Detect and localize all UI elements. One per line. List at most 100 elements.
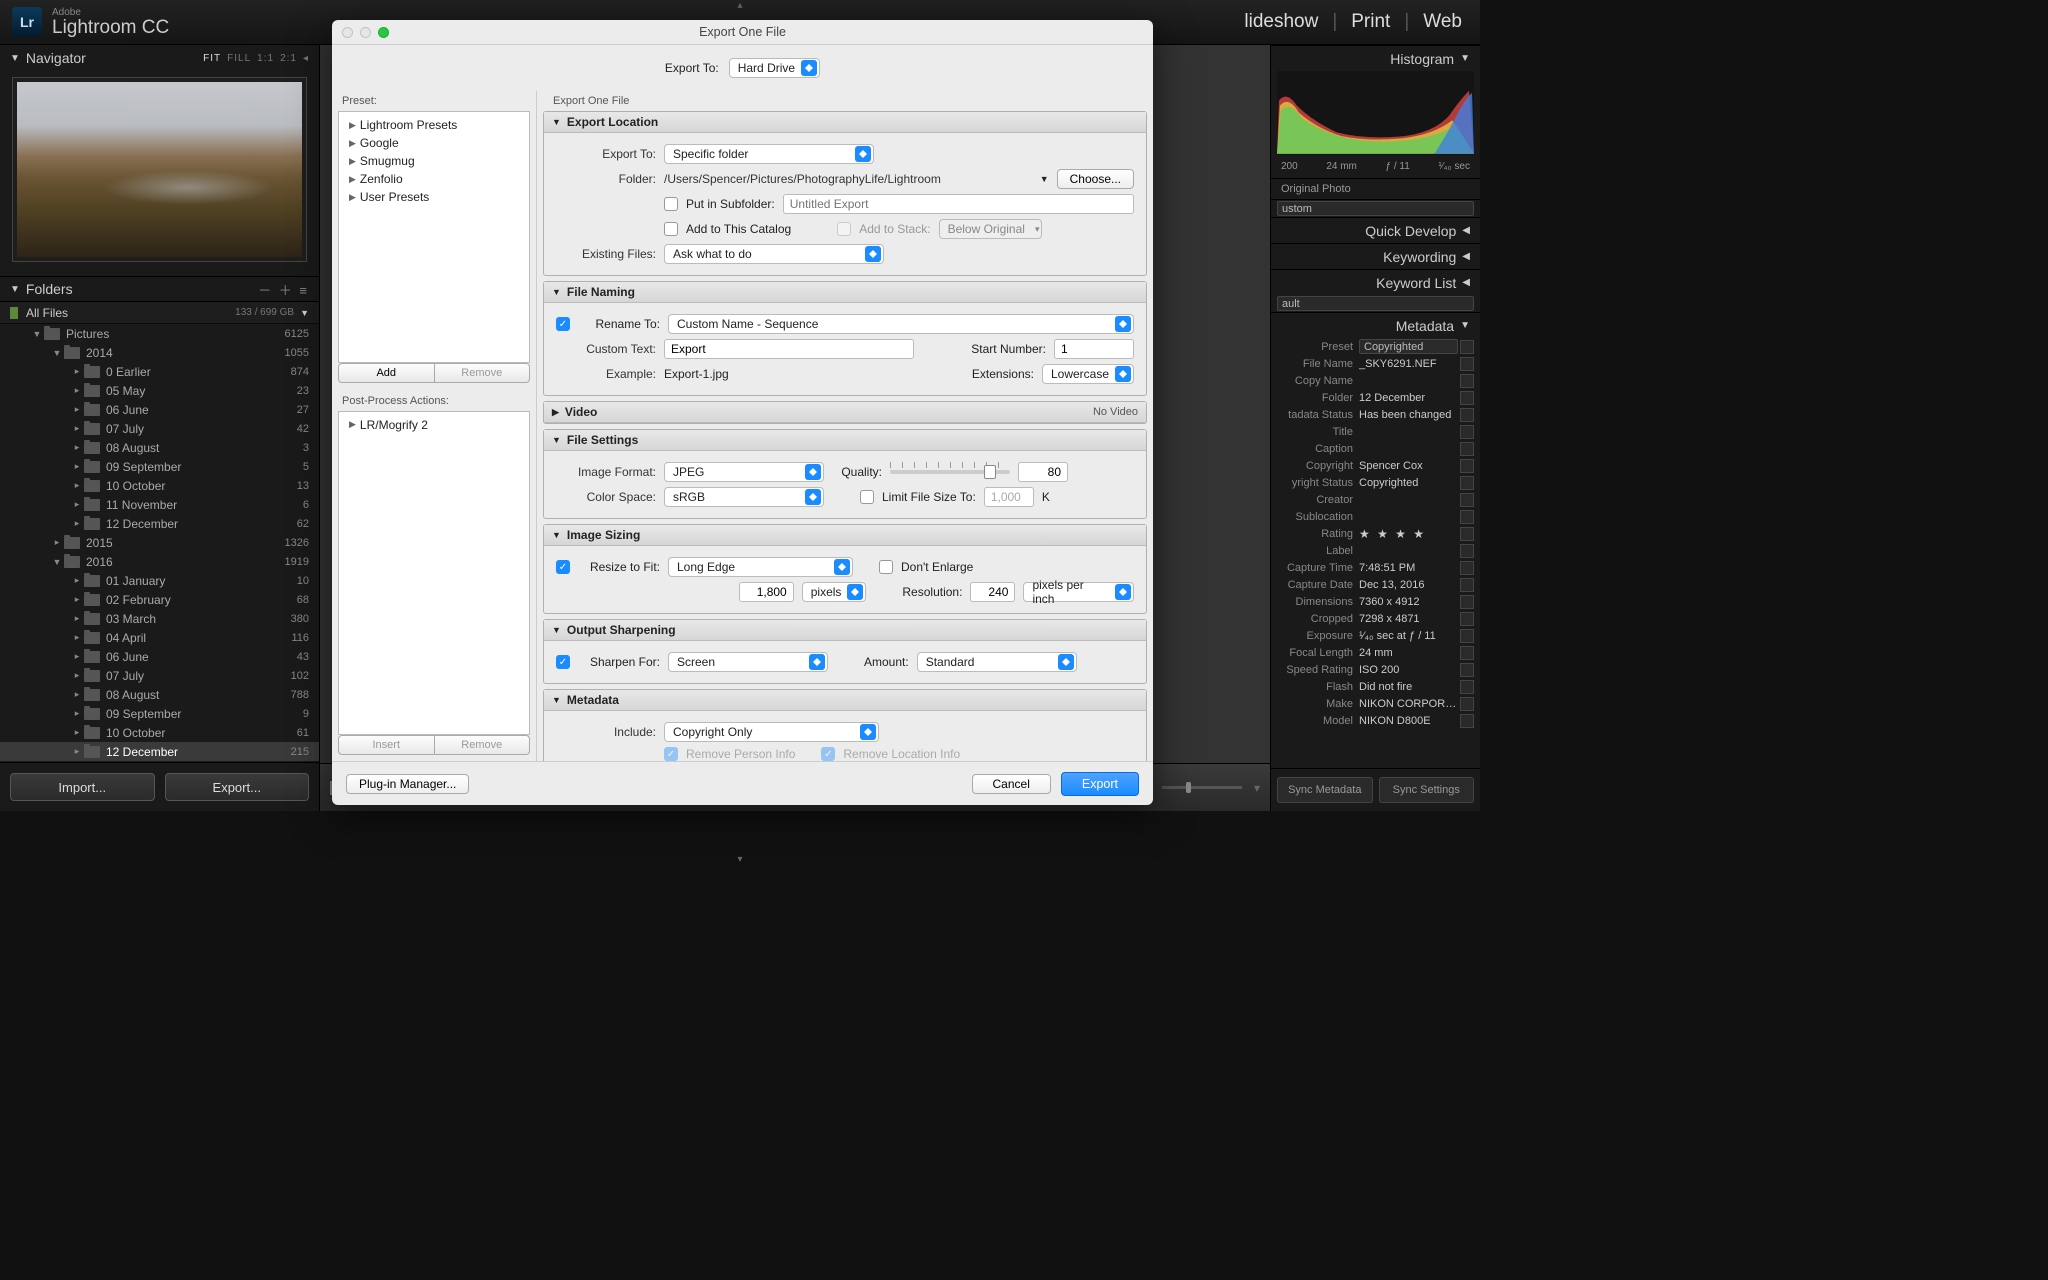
section-header[interactable]: ▶VideoNo Video: [544, 402, 1146, 423]
bottom-grip[interactable]: [720, 854, 760, 859]
pp-insert-button[interactable]: Insert: [338, 735, 435, 755]
folder-row[interactable]: ▸07 July102: [0, 666, 319, 685]
folder-row[interactable]: ▸05 May23: [0, 381, 319, 400]
preset-add-button[interactable]: Add: [338, 363, 435, 383]
thumbnail-slider[interactable]: [1162, 786, 1242, 789]
expand-icon[interactable]: ▸: [70, 518, 84, 529]
nav-web[interactable]: Web: [1423, 11, 1462, 33]
post-process-item[interactable]: ▶LR/Mogrify 2: [339, 416, 529, 434]
folder-row[interactable]: ▸0 Earlier874: [0, 362, 319, 381]
sharpen-checkbox[interactable]: ✓: [556, 655, 570, 669]
choose-folder-button[interactable]: Choose...: [1057, 169, 1134, 189]
expand-icon[interactable]: ▼: [50, 557, 64, 567]
keyword-list-header[interactable]: Keyword List◀: [1271, 269, 1480, 295]
folder-row[interactable]: ▸07 July42: [0, 419, 319, 438]
folder-row[interactable]: ▸12 December215: [0, 742, 319, 761]
resize-mode-select[interactable]: Long Edge: [668, 557, 853, 577]
export-button[interactable]: Export...: [165, 773, 310, 801]
metadata-action-icon[interactable]: [1460, 357, 1474, 371]
quality-input[interactable]: [1018, 462, 1068, 482]
metadata-preset-select[interactable]: Copyrighted: [1359, 339, 1458, 354]
expand-icon[interactable]: ▸: [70, 385, 84, 396]
metadata-action-icon[interactable]: [1460, 714, 1474, 728]
preset-item[interactable]: ▶User Presets: [339, 188, 529, 206]
sharpen-amount-select[interactable]: Standard: [917, 652, 1077, 672]
section-header[interactable]: ▼File Naming: [544, 282, 1146, 303]
metadata-action-icon[interactable]: [1460, 476, 1474, 490]
metadata-action-icon[interactable]: [1460, 646, 1474, 660]
limit-size-input[interactable]: [984, 487, 1034, 507]
folder-row[interactable]: ▸03 March380: [0, 609, 319, 628]
folder-row[interactable]: ▸04 April116: [0, 628, 319, 647]
custom-select[interactable]: ustom: [1277, 201, 1474, 216]
custom-text-input[interactable]: [664, 339, 914, 359]
nav-slideshow[interactable]: lideshow: [1244, 11, 1318, 33]
folder-row[interactable]: ▸20151326: [0, 533, 319, 552]
metadata-include-select[interactable]: Copyright Only: [664, 722, 879, 742]
navigator-header[interactable]: ▼ Navigator FITFILL1:12:1◂: [0, 45, 319, 71]
expand-icon[interactable]: ▸: [70, 499, 84, 510]
folder-row[interactable]: ▸08 August3: [0, 438, 319, 457]
navigator-zoom-options[interactable]: FITFILL1:12:1◂: [203, 53, 309, 64]
top-grip[interactable]: [720, 0, 760, 5]
folder-row[interactable]: ▸09 September5: [0, 457, 319, 476]
expand-icon[interactable]: ▸: [70, 632, 84, 643]
metadata-action-icon[interactable]: [1460, 493, 1474, 507]
folder-row[interactable]: ▸10 October61: [0, 723, 319, 742]
color-space-select[interactable]: sRGB: [664, 487, 824, 507]
resolution-unit-select[interactable]: pixels per inch: [1023, 582, 1134, 602]
metadata-action-icon[interactable]: [1460, 391, 1474, 405]
folder-row[interactable]: ▸02 February68: [0, 590, 319, 609]
dimension-input[interactable]: [739, 582, 794, 602]
expand-icon[interactable]: ▸: [70, 404, 84, 415]
metadata-action-icon[interactable]: [1460, 425, 1474, 439]
keywording-header[interactable]: Keywording◀: [1271, 243, 1480, 269]
preset-remove-button[interactable]: Remove: [435, 363, 531, 383]
expand-icon[interactable]: ▸: [70, 461, 84, 472]
metadata-action-icon[interactable]: [1460, 374, 1474, 388]
section-header[interactable]: ▼Metadata: [544, 690, 1146, 711]
folder-row[interactable]: ▸09 September9: [0, 704, 319, 723]
expand-icon[interactable]: ▸: [70, 708, 84, 719]
subfolder-input[interactable]: [783, 194, 1134, 214]
folder-row[interactable]: ▸10 October13: [0, 476, 319, 495]
preset-item[interactable]: ▶Zenfolio: [339, 170, 529, 188]
post-process-list[interactable]: ▶LR/Mogrify 2: [338, 411, 530, 735]
metadata-action-icon[interactable]: [1460, 595, 1474, 609]
resolution-input[interactable]: [970, 582, 1015, 602]
volume-row[interactable]: All Files 133 / 699 GB▼: [0, 302, 319, 324]
metadata-action-icon[interactable]: [1460, 663, 1474, 677]
sync-metadata-button[interactable]: Sync Metadata: [1277, 777, 1373, 803]
section-header[interactable]: ▼Export Location: [544, 112, 1146, 133]
metadata-header[interactable]: Metadata▼: [1271, 312, 1480, 338]
folder-row[interactable]: ▸01 January10: [0, 571, 319, 590]
extensions-select[interactable]: Lowercase: [1042, 364, 1134, 384]
limit-size-checkbox[interactable]: [860, 490, 874, 504]
metadata-action-icon[interactable]: [1460, 442, 1474, 456]
folder-row[interactable]: ▸06 June43: [0, 647, 319, 666]
expand-icon[interactable]: ▸: [70, 442, 84, 453]
folder-row[interactable]: ▸11 November6: [0, 495, 319, 514]
sync-settings-button[interactable]: Sync Settings: [1379, 777, 1475, 803]
section-header[interactable]: ▼Image Sizing: [544, 525, 1146, 546]
metadata-action-icon[interactable]: [1460, 578, 1474, 592]
section-header[interactable]: ▼File Settings: [544, 430, 1146, 451]
section-header[interactable]: ▼Output Sharpening: [544, 620, 1146, 641]
metadata-action-icon[interactable]: [1460, 697, 1474, 711]
metadata-action-icon[interactable]: [1460, 544, 1474, 558]
dimension-unit-select[interactable]: pixels: [802, 582, 867, 602]
cancel-button[interactable]: Cancel: [972, 774, 1051, 794]
start-number-input[interactable]: [1054, 339, 1134, 359]
histogram-header[interactable]: Histogram▼: [1271, 45, 1480, 71]
expand-icon[interactable]: ▸: [70, 423, 84, 434]
folder-row[interactable]: ▼Pictures6125: [0, 324, 319, 343]
expand-icon[interactable]: ▸: [70, 746, 84, 757]
expand-icon[interactable]: ▸: [70, 575, 84, 586]
expand-icon[interactable]: ▸: [70, 689, 84, 700]
expand-icon[interactable]: ▸: [70, 670, 84, 681]
expand-icon[interactable]: ▸: [70, 613, 84, 624]
metadata-action-icon[interactable]: [1460, 629, 1474, 643]
preset-item[interactable]: ▶Lightroom Presets: [339, 116, 529, 134]
expand-icon[interactable]: ▸: [70, 651, 84, 662]
rename-template-select[interactable]: Custom Name - Sequence: [668, 314, 1134, 334]
